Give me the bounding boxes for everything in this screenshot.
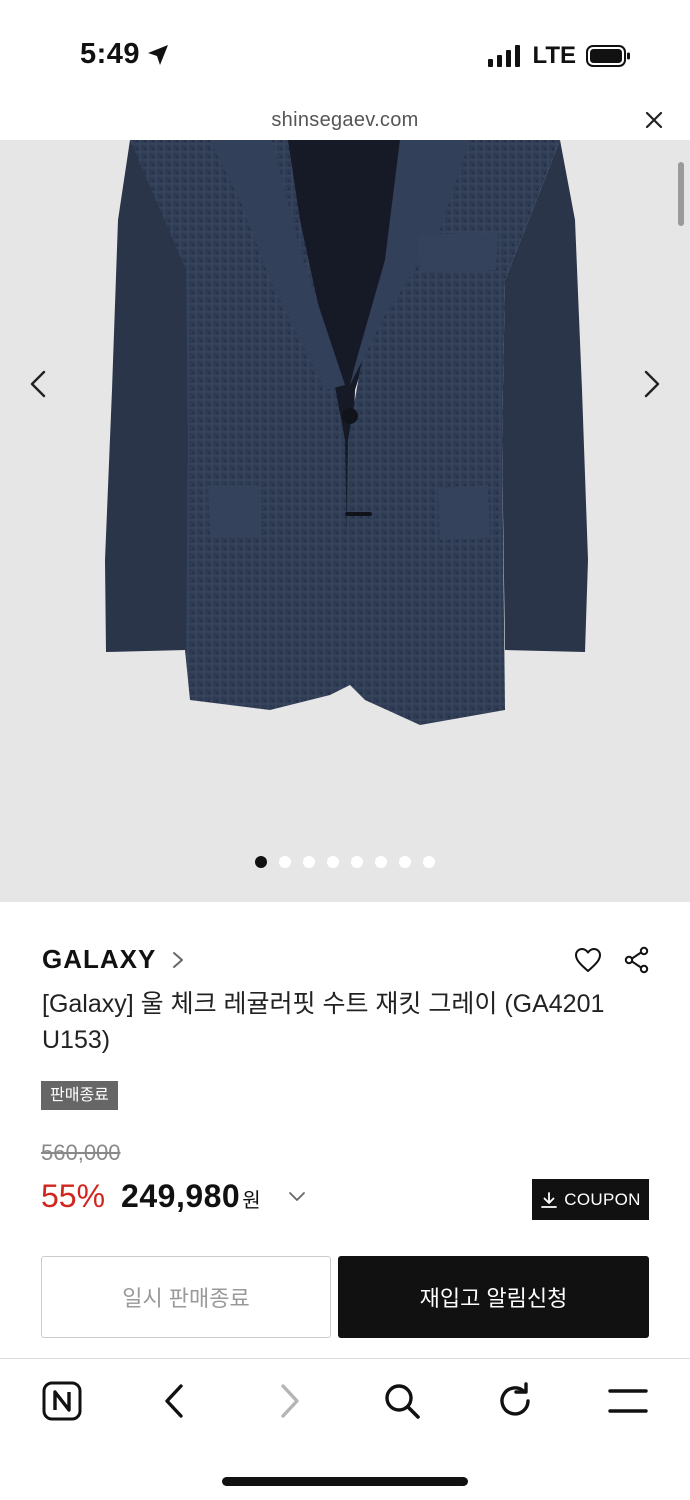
sold-out-button[interactable]: 일시 판매종료 [41,1256,331,1338]
coupon-button[interactable]: COUPON [532,1179,649,1220]
product-image [105,140,588,725]
search-button[interactable] [380,1379,424,1423]
chevron-down-icon[interactable] [287,1187,307,1207]
naver-home-button[interactable] [40,1379,84,1423]
gallery-dot[interactable] [327,856,339,868]
share-icon[interactable] [624,946,650,974]
gallery-dot[interactable] [303,856,315,868]
scroll-thumb[interactable] [678,162,684,226]
brand-link[interactable]: GALAXY [42,944,186,975]
battery-icon [586,45,630,67]
gallery-dot[interactable] [375,856,387,868]
network-label: LTE [532,42,576,69]
signal-icon [488,45,521,67]
gallery-dot[interactable] [255,856,267,868]
heart-icon[interactable] [574,947,602,973]
reload-button[interactable] [493,1379,537,1423]
naver-n-icon [42,1381,82,1421]
product-image-gallery[interactable] [0,140,690,902]
forward-arrow-icon [281,1384,299,1418]
url-text: shinsegaev.com [271,109,419,131]
currency-unit: 원 [242,1190,261,1212]
gallery-dot[interactable] [399,856,411,868]
browser-toolbar [0,1359,690,1449]
chevron-right-icon [173,951,184,968]
menu-button[interactable] [606,1379,650,1423]
download-icon [541,1191,558,1208]
gallery-pagination [0,856,690,868]
next-image-arrow-icon[interactable] [632,364,672,404]
brand-name: GALAXY [42,944,157,974]
product-title: [Galaxy] 울 체크 레귤러핏 수트 재킷 그레이 (GA4201 U15… [42,990,605,1054]
status-bar: 5:49 LTE [0,0,690,100]
home-indicator[interactable] [222,1477,468,1486]
reload-icon [500,1382,530,1416]
close-icon[interactable] [642,108,666,132]
back-button[interactable] [153,1379,197,1423]
gallery-dot[interactable] [279,856,291,868]
price-row: 55% 249,980 원 [41,1178,307,1215]
hamburger-menu-icon [608,1389,648,1413]
product-actions [574,946,650,974]
coupon-label: COUPON [564,1189,641,1209]
status-badge: 판매종료 [41,1081,118,1110]
search-icon [385,1384,420,1419]
restock-alert-button[interactable]: 재입고 알림신청 [338,1256,649,1338]
gallery-dot[interactable] [423,856,435,868]
url-bar[interactable]: shinsegaev.com [0,100,690,140]
location-arrow-icon [148,44,169,65]
forward-button[interactable] [267,1379,311,1423]
gallery-dot[interactable] [351,856,363,868]
prev-image-arrow-icon[interactable] [18,364,58,404]
status-time: 5:49 [80,38,141,70]
back-arrow-icon [165,1384,183,1418]
sale-price: 249,980 [121,1178,241,1214]
original-price: 560,000 [41,1140,121,1165]
discount-rate: 55% [41,1178,106,1214]
